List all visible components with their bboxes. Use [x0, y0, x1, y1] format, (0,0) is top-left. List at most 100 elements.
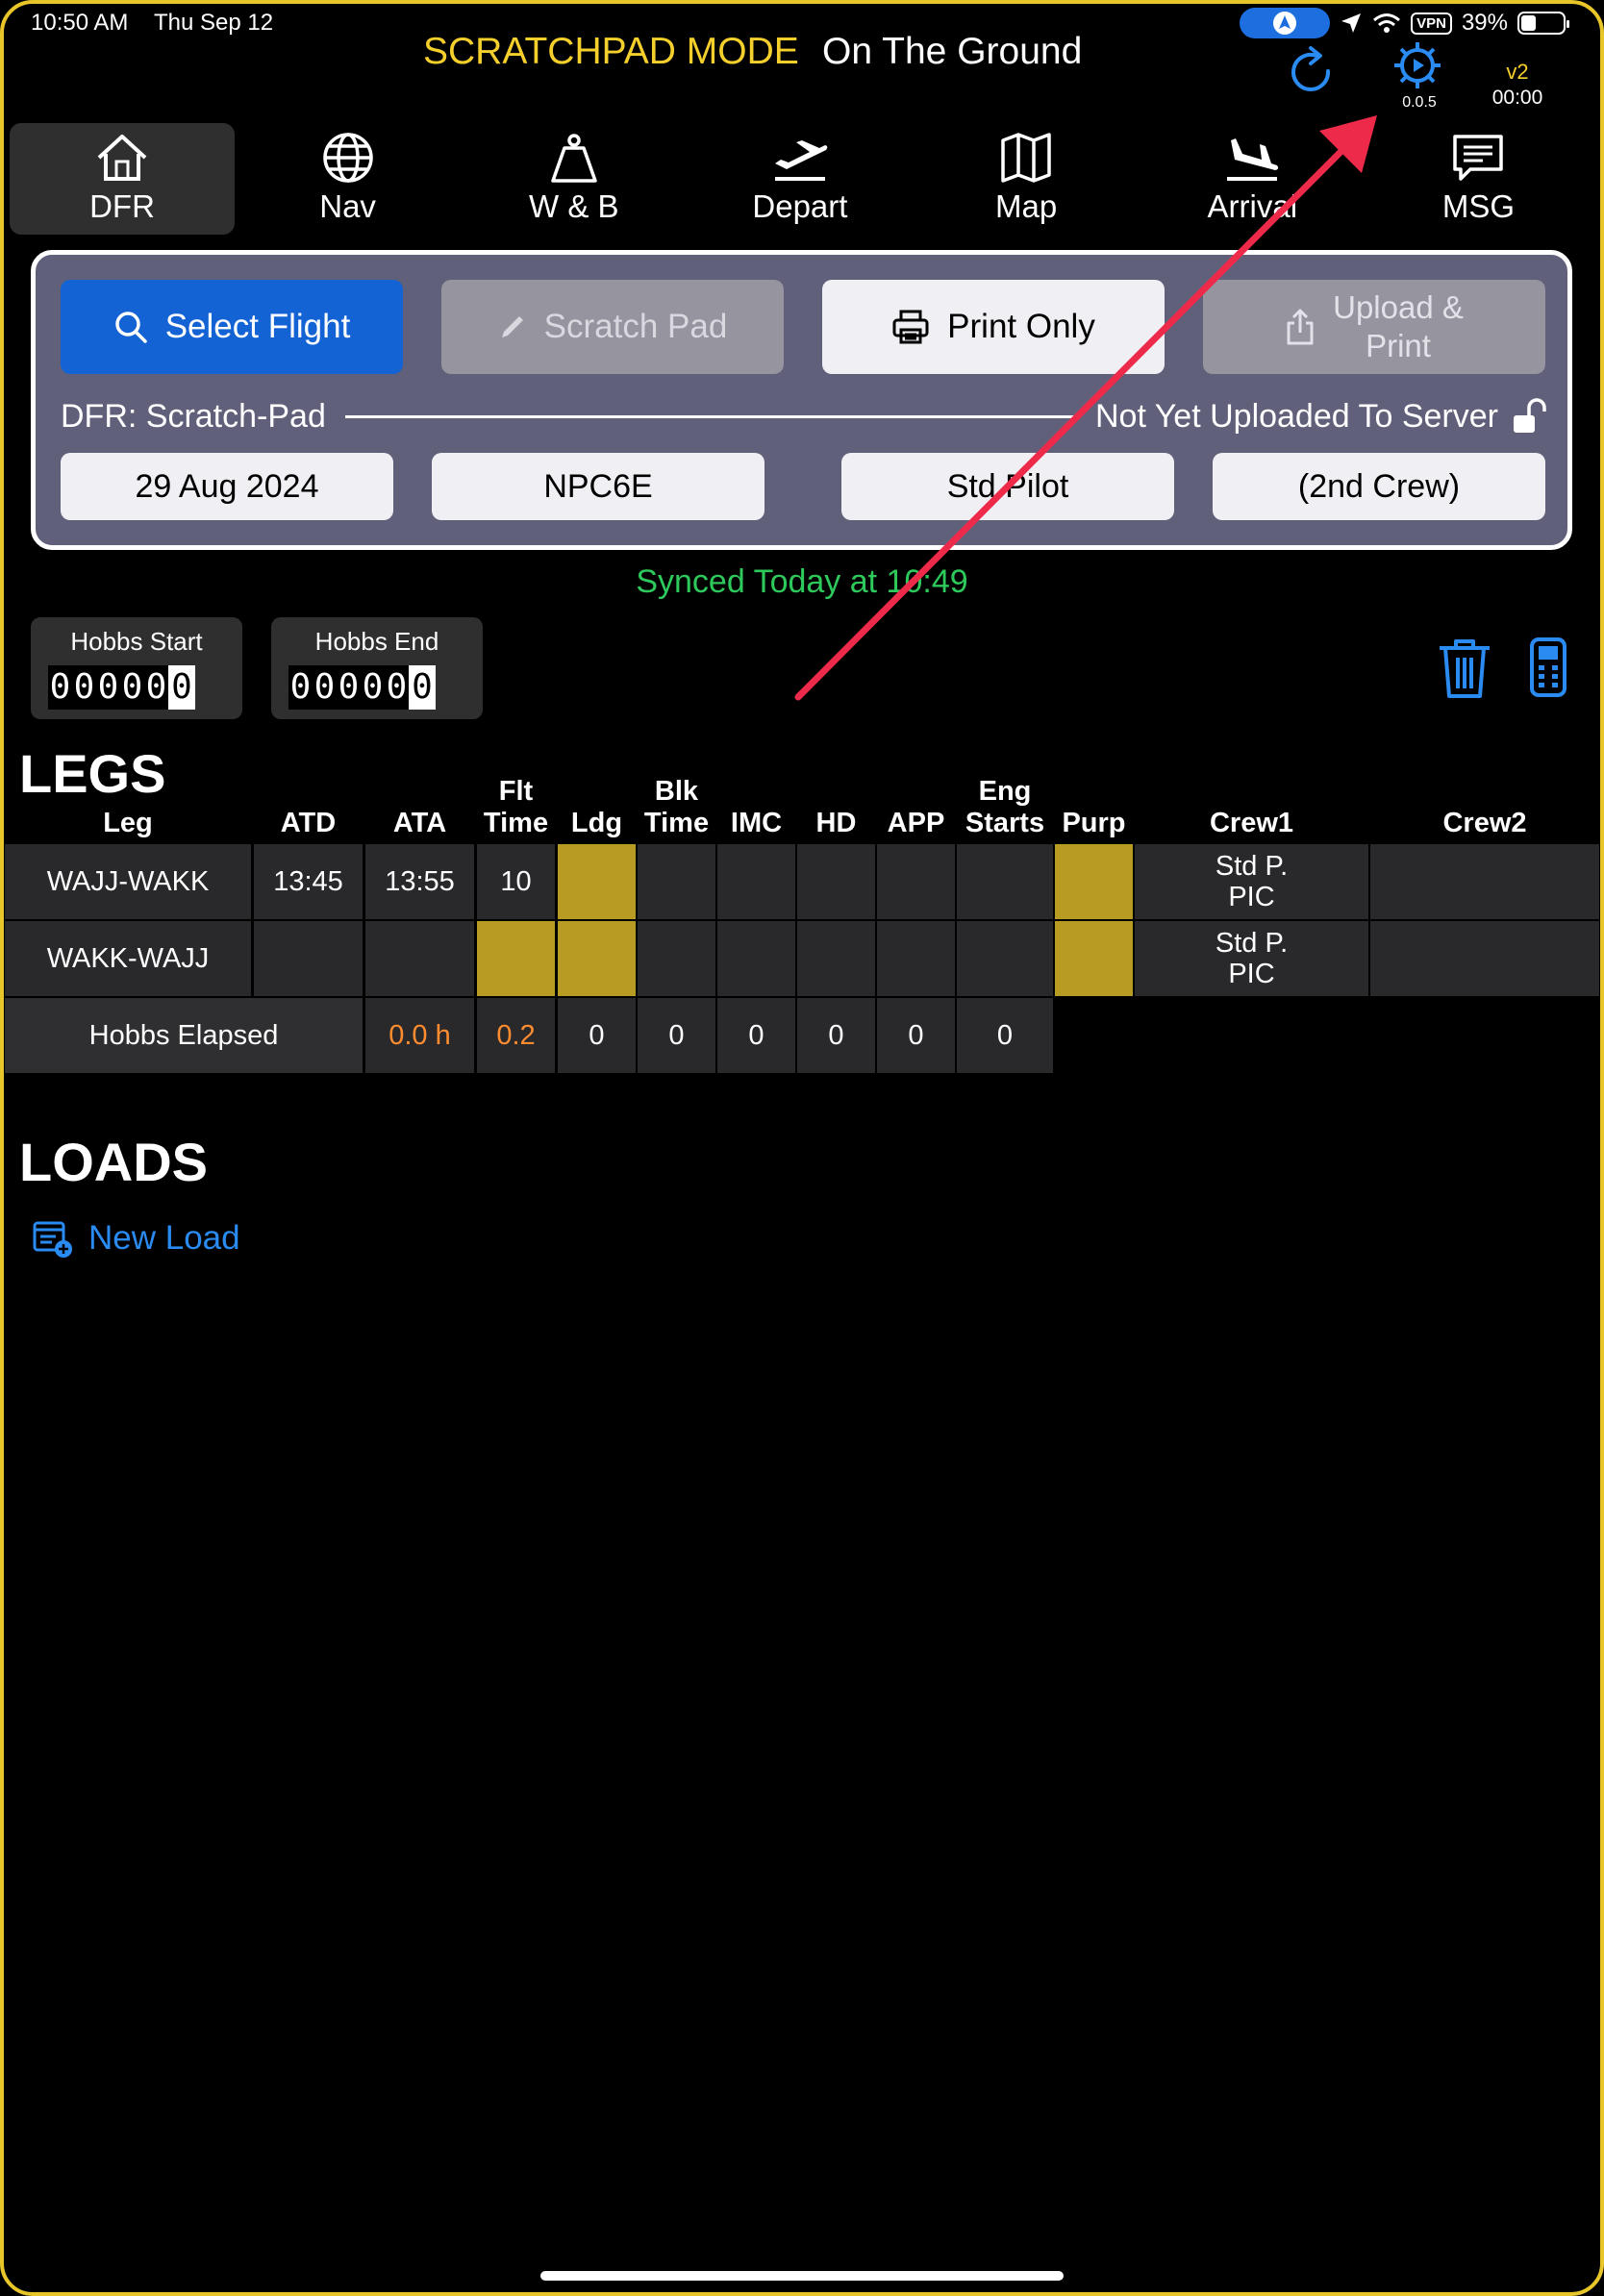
nav-wb[interactable]: W & B: [461, 123, 687, 235]
pilot-selector[interactable]: Std Pilot: [841, 453, 1174, 520]
purp-cell[interactable]: [1055, 844, 1133, 919]
crew2-cell[interactable]: [1370, 921, 1599, 996]
col-crew2: Crew2: [1442, 808, 1527, 838]
hobbs-end-counter[interactable]: 0 0 0 0 0 0: [288, 665, 436, 710]
new-load-label: New Load: [88, 1219, 240, 1257]
aircraft-selector[interactable]: NPC6E: [432, 453, 764, 520]
eng-starts-cell[interactable]: [957, 844, 1053, 919]
app-cell[interactable]: [877, 844, 955, 919]
printer-icon: [892, 310, 929, 344]
upload-status: Not Yet Uploaded To Server: [1095, 397, 1498, 435]
col-atd: ATD: [280, 808, 337, 838]
hd-cell[interactable]: [797, 844, 875, 919]
crew2-cell[interactable]: [1370, 844, 1599, 919]
scratch-pad-button[interactable]: Scratch Pad: [441, 280, 784, 374]
app-cell[interactable]: [877, 921, 955, 996]
total-app: 0: [877, 998, 955, 1073]
house-icon: [97, 135, 147, 181]
upload-print-line2: Print: [1366, 328, 1431, 363]
hobbs-end[interactable]: Hobbs End 0 0 0 0 0 0: [271, 617, 483, 719]
hobbs-start-counter[interactable]: 0 0 0 0 0 0: [48, 665, 195, 710]
col-flt-time: Flt Time: [477, 776, 555, 839]
nav-label: Arrival: [1207, 188, 1298, 224]
crew1-role: PIC: [1228, 959, 1275, 989]
upload-print-button[interactable]: Upload & Print: [1203, 280, 1545, 374]
home-indicator[interactable]: [540, 2271, 1064, 2281]
refresh-icon[interactable]: [1284, 44, 1341, 102]
vpn-badge: VPN: [1411, 12, 1452, 35]
col-flt-line2: Time: [483, 808, 549, 838]
select-flight-button[interactable]: Select Flight: [61, 280, 403, 374]
eng-starts-cell[interactable]: [957, 921, 1053, 996]
mode-title: SCRATCHPAD MODE: [423, 31, 799, 72]
digit: 0: [362, 667, 384, 707]
message-icon: [1453, 135, 1504, 181]
ldg-cell[interactable]: [558, 921, 636, 996]
new-load-button[interactable]: New Load: [33, 1219, 240, 1258]
search-icon: [114, 312, 147, 343]
leg-cell[interactable]: WAKK-WAJJ: [5, 921, 251, 996]
imc-cell[interactable]: [717, 844, 795, 919]
col-ata: ATA: [392, 808, 447, 838]
crew1-role: PIC: [1228, 882, 1275, 912]
imc-cell[interactable]: [717, 921, 795, 996]
ata-cell[interactable]: [365, 921, 474, 996]
blk-time-cell[interactable]: [638, 921, 715, 996]
flt-time-cell[interactable]: [477, 921, 555, 996]
nav-msg[interactable]: MSG: [1366, 123, 1591, 235]
upload-print-line1: Upload &: [1333, 289, 1464, 325]
unlock-icon[interactable]: [1512, 398, 1546, 435]
loads-title: LOADS: [19, 1132, 208, 1192]
pencil-icon: [501, 316, 523, 337]
print-only-button[interactable]: Print Only: [822, 280, 1165, 374]
ata-cell[interactable]: 13:55: [365, 844, 474, 919]
weight-icon: [551, 134, 597, 183]
phone-icon[interactable]: [1529, 636, 1567, 698]
digit: 0: [313, 667, 336, 707]
version-label: v2: [1506, 60, 1529, 84]
dfr-status-row: DFR: Scratch-Pad Not Yet Uploaded To Ser…: [61, 397, 1546, 436]
status-time: 10:50 AM: [31, 10, 129, 36]
col-eng-starts: Eng Starts: [957, 776, 1053, 839]
hobbs-start-label: Hobbs Start: [70, 627, 203, 656]
nav-label: Map: [995, 188, 1058, 224]
atd-cell[interactable]: [254, 921, 363, 996]
nav-map[interactable]: Map: [914, 123, 1140, 235]
nav-label: DFR: [89, 188, 155, 224]
crew1-cell[interactable]: Std P. PIC: [1135, 921, 1368, 996]
col-blk-line2: Time: [643, 808, 710, 838]
nav-nav[interactable]: Nav: [235, 123, 461, 235]
wifi-icon: [1373, 13, 1401, 33]
digit: 0: [168, 665, 195, 710]
crew1-cell[interactable]: Std P. PIC: [1135, 844, 1368, 919]
nav-dfr[interactable]: DFR: [10, 123, 235, 235]
digit: 0: [49, 667, 71, 707]
ldg-cell[interactable]: [558, 844, 636, 919]
date-selector[interactable]: 29 Aug 2024: [61, 453, 393, 520]
trash-icon[interactable]: [1437, 636, 1492, 700]
flt-time-cell[interactable]: 10: [477, 844, 555, 919]
upload-print-label: Upload & Print: [1333, 288, 1464, 365]
nav-label: MSG: [1441, 188, 1516, 224]
legs-title: LEGS: [19, 743, 166, 804]
share-icon: [1287, 309, 1314, 345]
nav-arrival[interactable]: Arrival: [1140, 123, 1366, 235]
blk-time-cell[interactable]: [638, 844, 715, 919]
crew1-name: Std P.: [1215, 928, 1289, 959]
select-flight-label: Select Flight: [164, 308, 351, 345]
atd-cell[interactable]: 13:45: [254, 844, 363, 919]
col-app: APP: [887, 808, 945, 838]
scratch-pad-label: Scratch Pad: [543, 308, 728, 345]
nav-depart[interactable]: Depart: [687, 123, 913, 235]
hd-cell[interactable]: [797, 921, 875, 996]
total-imc: 0: [717, 998, 795, 1073]
table-row: WAKK-WAJJ Std P. PIC: [5, 921, 1599, 996]
purp-cell[interactable]: [1055, 921, 1133, 996]
status-date: Thu Sep 12: [154, 10, 274, 36]
gear-icon[interactable]: [1391, 38, 1444, 92]
leg-cell[interactable]: WAJJ-WAKK: [5, 844, 251, 919]
gear-version: 0.0.5: [1402, 94, 1437, 111]
second-crew-selector[interactable]: (2nd Crew): [1213, 453, 1545, 520]
hobbs-start[interactable]: Hobbs Start 0 0 0 0 0 0: [31, 617, 242, 719]
col-flt-line1: Flt: [498, 776, 534, 807]
